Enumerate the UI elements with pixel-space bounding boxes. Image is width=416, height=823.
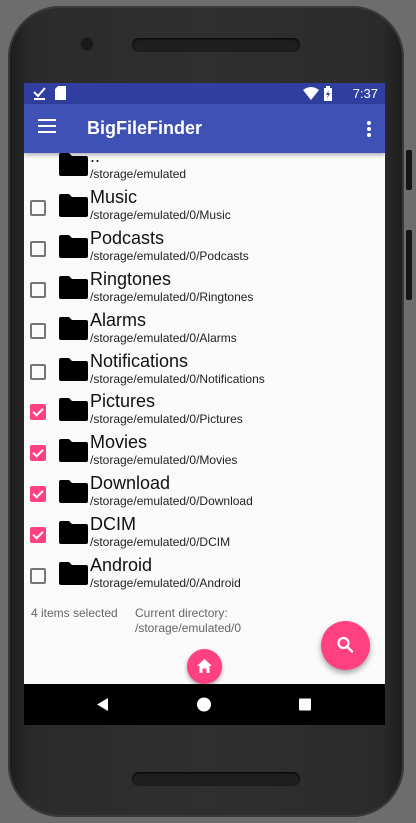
home-circle-icon[interactable] bbox=[184, 684, 224, 725]
app-bar: BigFileFinder bbox=[24, 104, 385, 153]
folder-icon bbox=[59, 153, 88, 176]
folder-row[interactable]: Alarms/storage/emulated/0/Alarms bbox=[24, 305, 385, 346]
folder-checkbox[interactable] bbox=[30, 240, 46, 257]
folder-checkbox[interactable] bbox=[30, 322, 46, 339]
folder-path: /storage/emulated/0/Pictures bbox=[90, 412, 243, 427]
overflow-menu-icon[interactable] bbox=[367, 121, 371, 137]
search-icon bbox=[337, 636, 354, 653]
folder-row[interactable]: Pictures/storage/emulated/0/Pictures bbox=[24, 386, 385, 427]
top-speaker bbox=[132, 38, 300, 52]
folder-icon bbox=[59, 521, 88, 545]
folder-path: /storage/emulated bbox=[90, 167, 187, 181]
back-icon[interactable] bbox=[83, 684, 123, 725]
folder-icon bbox=[59, 357, 88, 381]
folder-icon bbox=[59, 439, 88, 463]
folder-row[interactable]: Movies/storage/emulated/0/Movies bbox=[24, 427, 385, 468]
folder-name: Alarms bbox=[90, 309, 147, 330]
battery-charging-icon bbox=[324, 86, 332, 106]
folder-row[interactable]: Music/storage/emulated/0/Music bbox=[24, 182, 385, 223]
folder-path: /storage/emulated/0/Music bbox=[90, 207, 231, 222]
folder-icon bbox=[59, 316, 88, 340]
folder-name: Ringtones bbox=[90, 268, 172, 289]
home-button[interactable] bbox=[187, 649, 222, 684]
folder-icon bbox=[59, 562, 88, 585]
folder-name: Podcasts bbox=[90, 227, 165, 248]
folder-icon bbox=[59, 193, 88, 217]
selection-count: 4 items selected bbox=[31, 606, 118, 620]
folder-checkbox[interactable] bbox=[30, 199, 46, 216]
folder-checkbox[interactable] bbox=[30, 281, 46, 298]
folder-checkbox[interactable] bbox=[30, 486, 46, 503]
current-directory-label: Current directory: bbox=[135, 606, 228, 620]
front-camera bbox=[81, 38, 93, 50]
power-button bbox=[406, 150, 412, 190]
recents-icon[interactable] bbox=[285, 684, 325, 725]
search-fab[interactable] bbox=[321, 621, 370, 670]
folder-path: /storage/emulated/0/Ringtones bbox=[90, 289, 254, 304]
folder-icon bbox=[59, 234, 88, 258]
volume-button bbox=[406, 230, 412, 300]
folder-path: /storage/emulated/0/Download bbox=[90, 494, 253, 509]
folder-path: /storage/emulated/0/Alarms bbox=[90, 330, 237, 345]
folder-path: /storage/emulated/0/Android bbox=[90, 576, 241, 590]
folder-row[interactable]: DCIM/storage/emulated/0/DCIM bbox=[24, 509, 385, 550]
folder-icon bbox=[59, 480, 88, 504]
folder-path: /storage/emulated/0/Movies bbox=[90, 453, 238, 468]
sd-card-icon bbox=[55, 86, 66, 105]
app-title: BigFileFinder bbox=[87, 118, 203, 138]
download-done-icon bbox=[33, 86, 46, 105]
folder-name: Android bbox=[90, 555, 153, 575]
folder-checkbox[interactable] bbox=[30, 445, 46, 462]
folder-icon bbox=[59, 398, 88, 422]
home-icon bbox=[197, 659, 212, 673]
folder-name: Pictures bbox=[90, 391, 156, 412]
folder-name: Notifications bbox=[90, 350, 189, 371]
folder-checkbox[interactable] bbox=[30, 527, 46, 544]
status-time: 7:37 bbox=[352, 86, 378, 101]
folder-checkbox[interactable] bbox=[30, 404, 46, 421]
folder-name: DCIM bbox=[90, 514, 136, 535]
folder-name: Download bbox=[90, 473, 171, 494]
navigation-bar bbox=[24, 684, 385, 725]
folder-name: Music bbox=[90, 186, 138, 207]
folder-row[interactable]: Download/storage/emulated/0/Download bbox=[24, 468, 385, 509]
folder-name: Movies bbox=[90, 432, 148, 453]
folder-checkbox[interactable] bbox=[30, 363, 46, 380]
folder-checkbox[interactable] bbox=[30, 568, 46, 584]
folder-path: /storage/emulated/0/Notifications bbox=[90, 371, 265, 386]
current-directory-path: /storage/emulated/0 bbox=[135, 621, 242, 635]
folder-row[interactable]: Ringtones/storage/emulated/0/Ringtones bbox=[24, 264, 385, 305]
wifi-icon bbox=[303, 87, 319, 105]
folder-row[interactable]: Podcasts/storage/emulated/0/Podcasts bbox=[24, 223, 385, 264]
folder-path: /storage/emulated/0/Podcasts bbox=[90, 248, 249, 263]
folder-row[interactable]: Android/storage/emulated/0/Android bbox=[24, 550, 385, 591]
folder-row[interactable]: Notifications/storage/emulated/0/Notific… bbox=[24, 346, 385, 387]
hamburger-menu-icon[interactable] bbox=[38, 119, 56, 133]
status-bar: 7:37 bbox=[24, 83, 385, 104]
screen: 7:37 BigFileFinder ../storage/emulated Mu… bbox=[24, 83, 385, 725]
bottom-speaker bbox=[132, 772, 300, 786]
folder-path: /storage/emulated/0/DCIM bbox=[90, 535, 231, 550]
folder-icon bbox=[59, 275, 88, 299]
